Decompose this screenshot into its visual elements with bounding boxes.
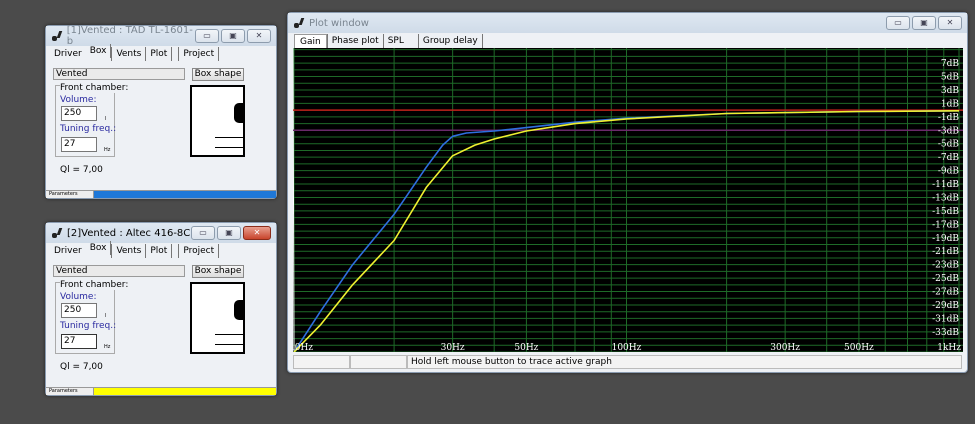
tab-plot[interactable]: Plot	[146, 244, 173, 258]
volume-label: Volume:	[60, 95, 97, 105]
y-tick-label: -25dB	[932, 274, 959, 284]
y-tick-label: -3dB	[938, 126, 960, 136]
tab-gain[interactable]: Gain	[294, 34, 327, 48]
tuning-input[interactable]: 27	[61, 334, 97, 349]
y-tick-label: -1dB	[938, 113, 960, 123]
driver-window-1: [1]Vented : TAD TL-1601-b ▭ ▣ ✕ Driver Box…	[45, 25, 277, 199]
minimize-button[interactable]: ▭	[195, 29, 219, 43]
x-tick-label: 300Hz	[770, 343, 800, 352]
front-chamber-label: Front chamber:	[60, 83, 129, 93]
plot-window: Plot window ▭ ▣ ✕ Gain Phase plot SPL Grou…	[287, 12, 968, 373]
close-button[interactable]: ✕	[938, 16, 962, 30]
box-type-field[interactable]: Vented	[53, 68, 185, 80]
front-chamber-label: Front chamber:	[60, 280, 129, 290]
tuning-unit: Hz	[104, 344, 111, 350]
close-button[interactable]: ✕	[243, 226, 271, 240]
x-tick-label: 500Hz	[844, 343, 874, 352]
tab-phase-plot[interactable]: Phase plot	[326, 34, 384, 48]
minimize-button[interactable]: ▭	[191, 226, 215, 240]
x-tick-label: 10Hz	[293, 343, 313, 352]
parameters-bar: Parameters	[46, 190, 276, 198]
tab-box[interactable]: Box	[86, 44, 112, 58]
x-tick-label: 30Hz	[441, 343, 465, 352]
box-type-field[interactable]: Vented	[53, 265, 185, 277]
box-shape-button[interactable]: Box shape	[192, 265, 244, 278]
y-tick-label: 5dB	[941, 73, 959, 83]
tab-project[interactable]: Project	[178, 244, 220, 258]
y-tick-label: -21dB	[932, 247, 959, 257]
app-icon	[294, 18, 303, 28]
maximize-button[interactable]: ▣	[221, 29, 245, 43]
gain-plot[interactable]: 7dB 5dB 3dB 1dB -1dB -3dB -5dB -7dB -9dB -11dB -13…	[293, 48, 963, 352]
y-tick-label: -31dB	[932, 314, 959, 324]
tuning-label: Tuning freq.:	[60, 321, 117, 331]
parameters-label: Parameters	[46, 191, 94, 198]
status-message: Hold left mouse button to trace active g…	[407, 355, 962, 369]
x-tick-label: 50Hz	[514, 343, 538, 352]
y-tick-label: -7dB	[938, 153, 960, 163]
tab-driver[interactable]: Driver	[50, 244, 86, 258]
app-icon	[52, 228, 61, 238]
y-tick-label: 1dB	[941, 99, 959, 109]
ql-value: Ql = 7,00	[60, 165, 103, 175]
y-tick-label: -27dB	[932, 288, 959, 298]
x-tick-label: 1kHz	[937, 343, 961, 352]
box-shape-diagram	[190, 85, 245, 157]
y-tick-label: -5dB	[938, 140, 960, 150]
y-tick-label: -17dB	[932, 220, 959, 230]
box-shape-button[interactable]: Box shape	[192, 68, 244, 81]
status-bar: Hold left mouse button to trace active g…	[293, 355, 962, 369]
tuning-label: Tuning freq.:	[60, 124, 117, 134]
tab-project[interactable]: Project	[178, 47, 220, 61]
status-cell-1	[293, 355, 350, 369]
y-tick-label: -29dB	[932, 301, 959, 311]
y-tick-label: -9dB	[938, 167, 960, 177]
series-color-swatch	[94, 191, 276, 198]
volume-input[interactable]: 250	[61, 106, 97, 121]
tab-vents[interactable]: Vents	[111, 244, 147, 258]
app-icon	[52, 31, 61, 41]
window-title: Plot window	[309, 17, 369, 29]
y-tick-label: 3dB	[941, 86, 959, 96]
series-color-swatch	[94, 388, 276, 395]
volume-label: Volume:	[60, 292, 97, 302]
tab-spl[interactable]: SPL	[384, 34, 419, 48]
tab-group-delay[interactable]: Group delay	[419, 34, 483, 48]
x-tick-label: 100Hz	[612, 343, 642, 352]
driver-window-2: [2]Vented : Altec 416-8C ▭ ▣ ✕ Driver Box …	[45, 222, 277, 396]
tuning-input[interactable]: 27	[61, 137, 97, 152]
titlebar[interactable]: [1]Vented : TAD TL-1601-b ▭ ▣ ✕	[46, 25, 276, 47]
maximize-button[interactable]: ▣	[217, 226, 241, 240]
y-tick-label: 7dB	[941, 59, 959, 69]
status-cell-2	[350, 355, 407, 369]
y-tick-label: -11dB	[932, 180, 959, 190]
close-button[interactable]: ✕	[247, 29, 271, 43]
box-shape-diagram	[190, 282, 245, 354]
tab-driver[interactable]: Driver	[50, 47, 86, 61]
y-tick-label: -33dB	[932, 328, 959, 338]
volume-unit: l	[105, 313, 107, 319]
y-tick-label: -23dB	[932, 261, 959, 271]
parameters-label: Parameters	[46, 388, 94, 395]
ql-value: Ql = 7,00	[60, 362, 103, 372]
tab-box[interactable]: Box	[86, 241, 112, 255]
tab-vents[interactable]: Vents	[111, 47, 147, 61]
y-tick-label: -19dB	[932, 234, 959, 244]
window-title: [2]Vented : Altec 416-8C	[67, 227, 191, 239]
tuning-unit: Hz	[104, 147, 111, 153]
titlebar[interactable]: Plot window ▭ ▣ ✕	[288, 13, 967, 33]
maximize-button[interactable]: ▣	[912, 16, 936, 30]
y-tick-label: -15dB	[932, 207, 959, 217]
volume-unit: l	[105, 116, 107, 122]
titlebar[interactable]: [2]Vented : Altec 416-8C ▭ ▣ ✕	[46, 223, 276, 243]
parameters-bar: Parameters	[46, 387, 276, 395]
tab-plot[interactable]: Plot	[146, 47, 173, 61]
volume-input[interactable]: 250	[61, 303, 97, 318]
minimize-button[interactable]: ▭	[886, 16, 910, 30]
y-tick-label: -13dB	[932, 193, 959, 203]
